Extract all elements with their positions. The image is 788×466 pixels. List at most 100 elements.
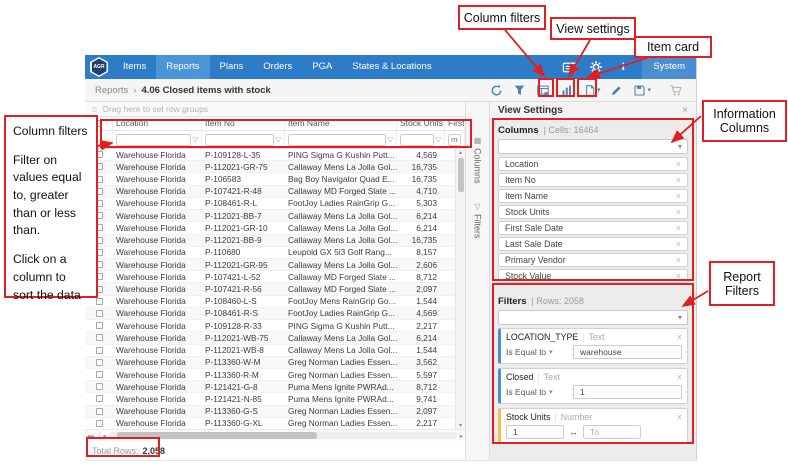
- table-row[interactable]: Warehouse Florida P-106583 Bag Boy Navigat…: [85, 173, 465, 186]
- column-header-item-no[interactable]: Item No: [202, 117, 285, 130]
- edit-button[interactable]: [607, 82, 626, 99]
- column-funnel-icon[interactable]: ▽: [193, 136, 198, 144]
- table-row[interactable]: Warehouse Florida P-113360-R-M Greg Norman…: [85, 369, 465, 382]
- remove-column-icon[interactable]: ×: [676, 175, 681, 185]
- column-item[interactable]: Primary Vendor ×: [498, 253, 688, 267]
- column-header-first-sale-date[interactable]: First: [445, 117, 465, 130]
- table-row[interactable]: Warehouse Florida P-112021-GR-10 Callaway …: [85, 222, 465, 235]
- column-item[interactable]: Last Sale Date ×: [498, 237, 688, 251]
- item-card-button[interactable]: [557, 82, 577, 99]
- filter-card[interactable]: Closed | Text × Is Equal to ▾ 1: [498, 368, 688, 404]
- filter-to-input[interactable]: To: [583, 425, 641, 439]
- add-filter-dropdown[interactable]: ▾: [498, 310, 688, 325]
- add-column-dropdown[interactable]: ▾: [498, 139, 688, 154]
- table-row[interactable]: Warehouse Florida P-121421-N-85 Puma Mens …: [85, 393, 465, 406]
- filter-input-item-no[interactable]: [205, 133, 274, 146]
- table-row[interactable]: Warehouse Florida P-112021-WB-8 Callaway M…: [85, 345, 465, 357]
- scroll-left-icon[interactable]: ◂: [103, 432, 106, 440]
- pager-icons[interactable]: ◂▸: [87, 431, 100, 440]
- filter-from-input[interactable]: 1: [506, 425, 564, 439]
- table-row[interactable]: Warehouse Florida P-107421-L-52 Callaway M…: [85, 271, 465, 284]
- row-checkbox[interactable]: [95, 334, 103, 342]
- remove-filter-icon[interactable]: ×: [677, 372, 682, 382]
- breadcrumb-section[interactable]: Reports: [95, 85, 128, 96]
- table-row[interactable]: Warehouse Florida P-108461-R-S FootJoy Lad…: [85, 307, 465, 321]
- horizontal-scrollbar-thumb[interactable]: [116, 432, 317, 439]
- remove-column-icon[interactable]: ×: [676, 191, 681, 201]
- gear-icon[interactable]: [588, 59, 604, 75]
- column-item[interactable]: Item Name ×: [498, 189, 688, 203]
- cart-button[interactable]: [666, 82, 686, 99]
- remove-column-icon[interactable]: ×: [676, 255, 681, 265]
- row-groups-bar[interactable]: ≣ Drag here to set row groups: [85, 102, 465, 117]
- nav-item-system[interactable]: System: [642, 55, 696, 79]
- row-checkbox[interactable]: [95, 395, 103, 403]
- table-row[interactable]: Warehouse Florida P-108461-R-L FootJoy Lad…: [85, 198, 465, 211]
- row-checkbox[interactable]: [95, 297, 103, 305]
- table-row[interactable]: Warehouse Florida P-113360-G-XL Greg Norma…: [85, 418, 465, 429]
- column-filters-button[interactable]: [510, 82, 529, 99]
- column-header-location[interactable]: Location: [113, 117, 202, 130]
- column-header-item-name[interactable]: Item Name: [285, 117, 397, 130]
- scroll-right-icon[interactable]: ▸: [460, 432, 463, 440]
- column-item[interactable]: Location ×: [498, 157, 688, 171]
- info-icon[interactable]: i: [615, 59, 631, 75]
- scroll-up-icon[interactable]: ▴: [459, 149, 462, 156]
- column-item[interactable]: Item No ×: [498, 173, 688, 187]
- remove-column-icon[interactable]: ×: [676, 159, 681, 169]
- tab-columns[interactable]: ▦ Columns: [473, 136, 483, 184]
- filter-value-input[interactable]: warehouse: [573, 345, 682, 359]
- table-row[interactable]: Warehouse Florida P-107421-R-48 Callaway M…: [85, 185, 465, 198]
- row-checkbox[interactable]: [95, 346, 103, 354]
- vertical-scrollbar-thumb[interactable]: [457, 158, 464, 192]
- agr-logo[interactable]: AGR: [85, 55, 113, 79]
- table-row[interactable]: Warehouse Florida P-121421-G-8 Puma Mens I…: [85, 381, 465, 394]
- filter-card[interactable]: LOCATION_TYPE | Text × Is Equal to ▾ warehouse: [498, 328, 688, 364]
- column-item[interactable]: Stock Units ×: [498, 205, 688, 219]
- table-row[interactable]: Warehouse Florida P-108460-L-S FootJoy Men…: [85, 296, 465, 308]
- save-button[interactable]: ▾: [630, 82, 654, 99]
- remove-column-icon[interactable]: ×: [676, 207, 681, 217]
- column-item[interactable]: First Sale Date ×: [498, 221, 688, 235]
- row-checkbox[interactable]: [95, 419, 103, 427]
- close-icon[interactable]: ×: [682, 105, 688, 116]
- filter-input-first-sale-date[interactable]: [448, 133, 461, 146]
- refresh-button[interactable]: [487, 82, 506, 99]
- nav-item-pga[interactable]: PGA: [302, 55, 342, 79]
- horizontal-scrollbar[interactable]: ◂▸ ◂ ▸: [85, 429, 465, 441]
- column-item[interactable]: Stock Value ×: [498, 269, 688, 283]
- row-checkbox[interactable]: [95, 371, 103, 379]
- filter-card[interactable]: Stock Units | Number × 1 ↔ To: [498, 408, 688, 444]
- vertical-scrollbar[interactable]: ▴ ▾: [455, 149, 465, 429]
- remove-column-icon[interactable]: ×: [676, 271, 681, 281]
- view-settings-button[interactable]: [533, 82, 553, 99]
- horizontal-scrollbar-track[interactable]: [108, 432, 457, 439]
- filter-input-location[interactable]: [116, 133, 191, 146]
- table-row[interactable]: Warehouse Florida P-112021-BB-9 Callaway M…: [85, 234, 465, 247]
- remove-column-icon[interactable]: ×: [676, 223, 681, 233]
- filter-operator-dropdown[interactable]: Is Equal to ▾: [506, 347, 568, 357]
- remove-column-icon[interactable]: ×: [676, 239, 681, 249]
- filter-input-stock-units[interactable]: [400, 133, 434, 146]
- filter-value-input[interactable]: 1: [573, 385, 682, 399]
- remove-filter-icon[interactable]: ×: [677, 412, 682, 422]
- remove-filter-icon[interactable]: ×: [677, 332, 682, 342]
- column-funnel-icon[interactable]: ▽: [276, 136, 281, 144]
- row-checkbox[interactable]: [95, 383, 103, 391]
- table-row[interactable]: Warehouse Florida P-113360-G-S Greg Norman…: [85, 405, 465, 418]
- column-funnel-icon[interactable]: ▽: [436, 136, 441, 144]
- row-checkbox[interactable]: [95, 309, 103, 317]
- nav-item-items[interactable]: Items: [113, 55, 156, 79]
- table-row[interactable]: Warehouse Florida P-112021-GR-75 Callaway …: [85, 161, 465, 174]
- table-row[interactable]: Warehouse Florida P-112021-WB-75 Callaway …: [85, 332, 465, 345]
- table-row[interactable]: Warehouse Florida P-112021-GR-95 Callaway …: [85, 258, 465, 272]
- table-row[interactable]: Warehouse Florida P-113360-W-M Greg Norman…: [85, 356, 465, 369]
- row-checkbox[interactable]: [95, 358, 103, 366]
- nav-item-states-locations[interactable]: States & Locations: [342, 55, 441, 79]
- row-checkbox[interactable]: [95, 407, 103, 415]
- scroll-down-icon[interactable]: ▾: [459, 422, 462, 429]
- table-row[interactable]: Warehouse Florida P-110680 Leupold GX 5i3 …: [85, 247, 465, 259]
- filter-operator-dropdown[interactable]: Is Equal to ▾: [506, 387, 568, 397]
- filter-input-item-name[interactable]: [288, 133, 386, 146]
- tab-filters[interactable]: ▽ Filters: [473, 202, 483, 239]
